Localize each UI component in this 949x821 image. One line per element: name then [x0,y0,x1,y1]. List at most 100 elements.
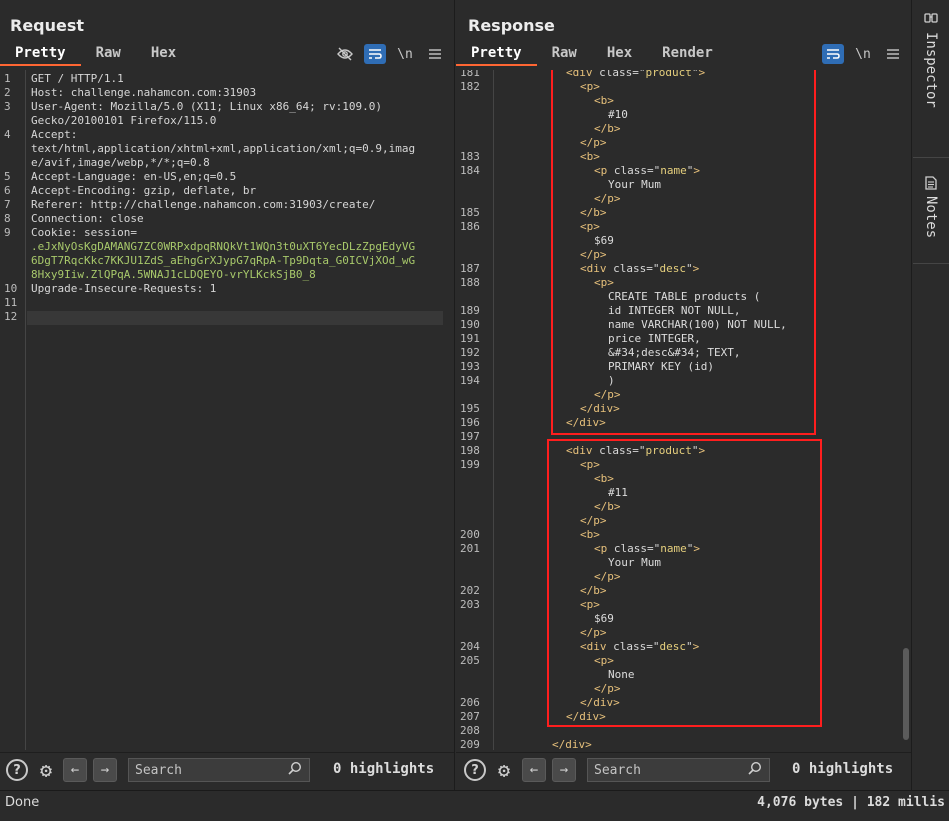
request-pane: Request Pretty Raw Hex \n 1 GET / HTTP/1.1 2… [0,0,455,790]
line-number: 207 [460,710,480,723]
line-number: 206 [460,696,480,709]
line-number: 181 [460,70,480,79]
tab-raw[interactable]: Raw [537,42,592,66]
request-highlights-count: 0 highlights [333,761,435,777]
highlight-box-product-10 [551,70,816,435]
search-icon [748,761,764,777]
line-number: 7 [4,198,11,211]
response-toolbar: \n [822,44,904,64]
line-number: 191 [460,332,480,345]
code-token: > [585,738,592,750]
request-tabs: Pretty Raw Hex [0,42,191,66]
highlight-box-product-11 [547,439,822,727]
tab-raw[interactable]: Raw [81,42,136,66]
tab-pretty[interactable]: Pretty [0,42,81,66]
current-line-highlight [27,311,443,325]
response-tabs: Pretty Raw Hex Render [456,42,728,66]
wrap-icon[interactable] [822,44,844,64]
tab-render[interactable]: Render [647,42,728,66]
side-panel: Inspector Notes [913,0,949,790]
request-title: Request [10,16,85,35]
line-number: 8 [4,212,11,225]
line-number: 2 [4,86,11,99]
newline-icon[interactable]: \n [394,44,416,64]
menu-icon[interactable] [424,44,446,64]
response-editor[interactable]: 181 <div class="product"> 182 <p> <b> #10 </b>… [456,70,911,750]
line-number: 197 [460,430,480,443]
line-number: 200 [460,528,480,541]
line-number: 6 [4,184,11,197]
line-number: 193 [460,360,480,373]
response-search-input[interactable] [587,758,770,782]
line-number: 186 [460,220,480,233]
request-editor[interactable]: 1 GET / HTTP/1.1 2 Host: challenge.nahamcon… [0,70,454,750]
tab-hex[interactable]: Hex [592,42,647,66]
response-scrollbar[interactable] [903,648,909,740]
previous-arrow-icon[interactable]: ← [522,758,546,782]
code-line: Accept-Encoding: gzip, deflate, br [31,184,257,197]
code-line: e/avif,image/webp,*/*;q=0.8 [31,156,210,169]
gear-icon[interactable]: ⚙ [34,758,58,782]
line-number: 187 [460,262,480,275]
response-highlights-count: 0 highlights [792,761,894,777]
request-search-input[interactable] [128,758,310,782]
code-line: 6DgT7RqcKkc7KKJU1ZdS_aEhgGrXJypG7qRpA-Tp… [31,254,416,267]
side-tab-notes[interactable]: Notes [913,176,949,238]
code-token: div [565,738,586,750]
side-divider [913,157,949,158]
eye-off-icon[interactable] [334,44,356,64]
line-number: 198 [460,444,480,457]
help-icon[interactable]: ? [464,759,486,781]
gear-icon[interactable]: ⚙ [492,758,516,782]
tab-hex[interactable]: Hex [136,42,191,66]
code-line: text/html,application/xhtml+xml,applicat… [31,142,416,155]
line-number: 201 [460,542,480,555]
code-line: </div> [552,738,592,750]
code-line: Gecko/20100101 Firefox/115.0 [31,114,217,127]
code-line: 8Hxy9Iiw.ZlQPqA.5WNAJ1cLDQEYO-vrYLKckSjB… [31,268,316,281]
wrap-icon[interactable] [364,44,386,64]
next-arrow-icon[interactable]: → [552,758,576,782]
line-number: 195 [460,402,480,415]
status-bar: Done 4,076 bytes | 182 millis [0,790,949,821]
code-line: Connection: close [31,212,144,225]
line-number: 188 [460,276,480,289]
code-line: Accept-Language: en-US,en;q=0.5 [31,170,237,183]
code-line: User-Agent: Mozilla/5.0 (X11; Linux x86_… [31,100,382,113]
previous-arrow-icon[interactable]: ← [63,758,87,782]
line-number: 4 [4,128,11,141]
line-number: 182 [460,80,480,93]
help-icon[interactable]: ? [6,759,28,781]
next-arrow-icon[interactable]: → [93,758,117,782]
code-line: Accept: [31,128,78,141]
line-number: 192 [460,346,480,359]
side-tab-inspector[interactable]: Inspector [913,12,949,108]
side-tab-label: Inspector [923,32,939,108]
line-number: 194 [460,374,480,387]
request-bottom-bar: ? ⚙ ← → 0 highlights [0,752,454,786]
response-pane: Response Pretty Raw Hex Render \n 181 <div c… [456,0,912,790]
line-number: 209 [460,738,480,750]
notes-icon [925,176,937,190]
line-number: 196 [460,416,480,429]
newline-icon[interactable]: \n [852,44,874,64]
response-bottom-bar: ? ⚙ ← → 0 highlights [456,752,911,786]
line-number: 12 [4,310,18,323]
tab-pretty[interactable]: Pretty [456,42,537,66]
menu-icon[interactable] [882,44,904,64]
code-token: </ [552,738,566,750]
line-number: 184 [460,164,480,177]
line-number: 5 [4,170,11,183]
request-toolbar: \n [334,44,446,64]
code-line: Host: challenge.nahamcon.com:31903 [31,86,257,99]
line-number: 202 [460,584,480,597]
response-title: Response [468,16,555,35]
code-line: Cookie: session= [31,226,137,239]
line-number: 10 [4,282,18,295]
line-number: 1 [4,72,11,85]
code-line: .eJxNyOsKgDAMANG7ZC0WRPxdpqRNQkVt1WQn3t0… [31,240,416,253]
line-number: 205 [460,654,480,667]
side-divider [913,263,949,264]
line-number: 204 [460,640,480,653]
line-number: 203 [460,598,480,611]
